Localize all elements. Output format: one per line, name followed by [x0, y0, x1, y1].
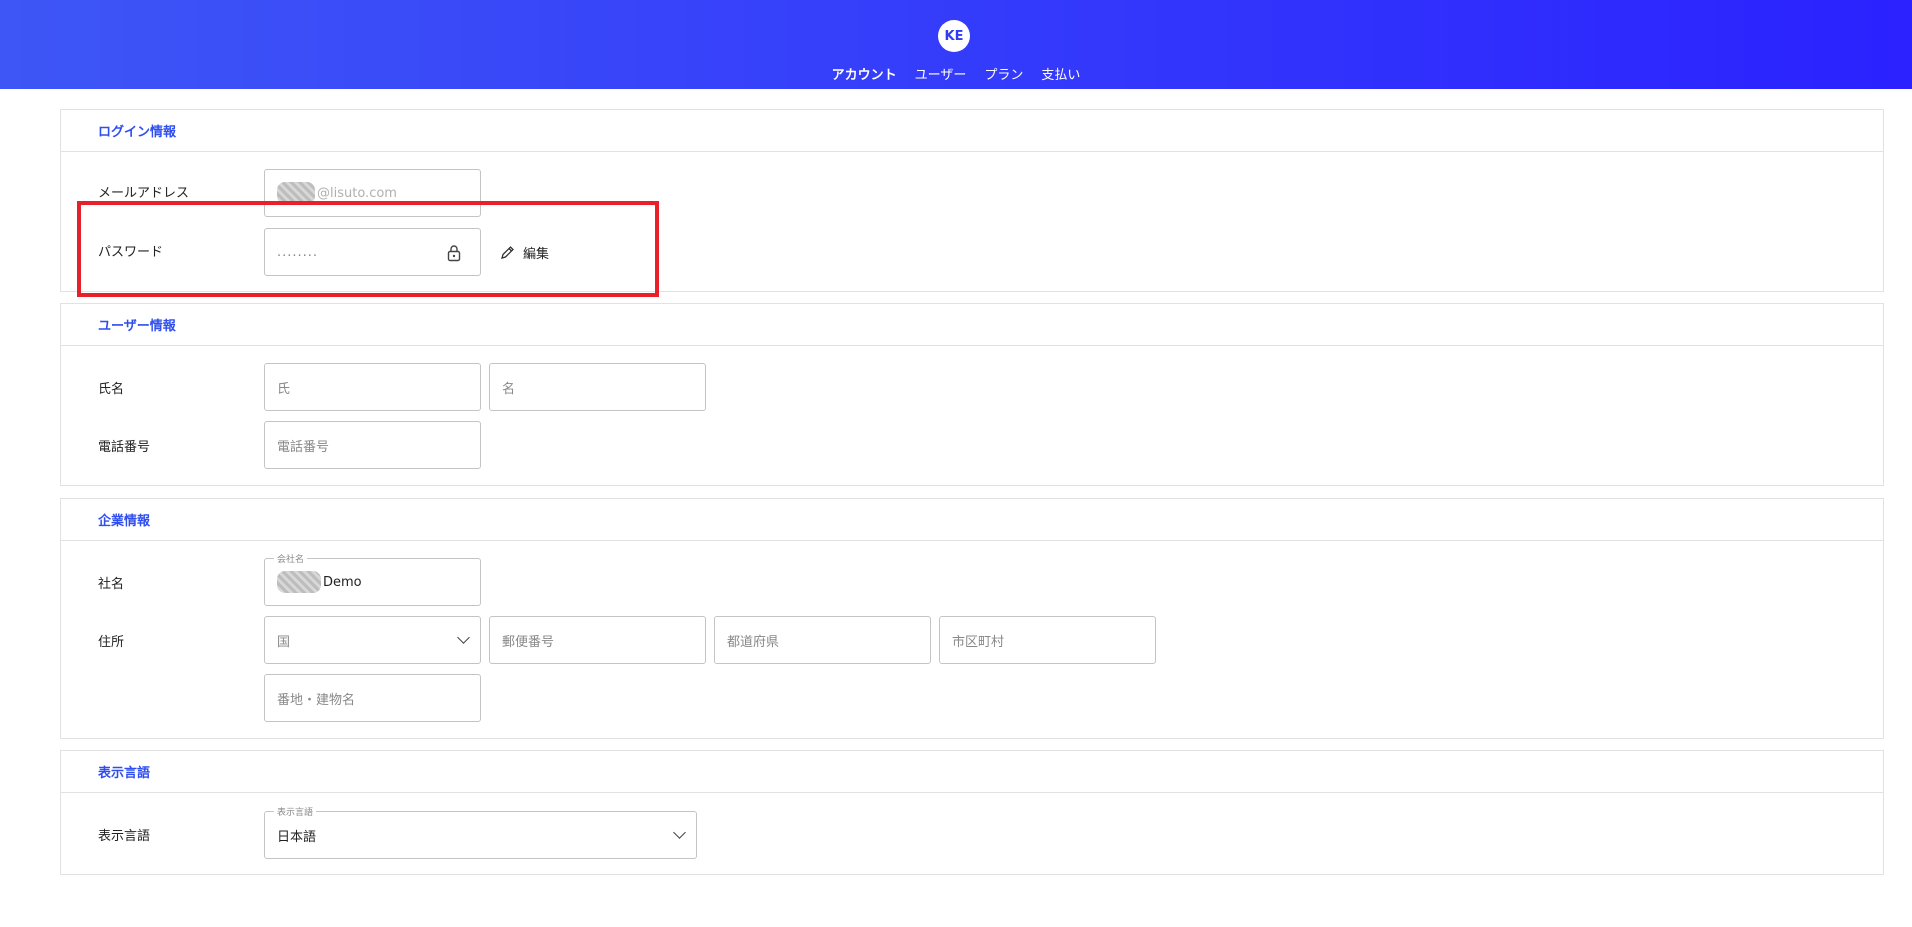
country-placeholder: 国	[277, 634, 291, 650]
account-nav: アカウント ユーザー プラン 支払い	[0, 64, 1912, 83]
company-name-input[interactable]: 会社名 Demo	[264, 552, 481, 606]
zip-placeholder: 郵便番号	[502, 634, 555, 650]
nav-tab-users[interactable]: ユーザー	[915, 64, 967, 83]
zip-input[interactable]: 郵便番号	[489, 616, 706, 664]
last-name-input[interactable]: 氏	[264, 363, 481, 411]
login-info-title: ログイン情報	[61, 110, 1883, 152]
language-value: 日本語	[277, 829, 317, 845]
street-placeholder: 番地・建物名	[277, 692, 356, 708]
user-avatar[interactable]: KE	[938, 20, 970, 52]
company-name-label: 社名	[98, 577, 125, 592]
email-label: メールアドレス	[98, 186, 190, 201]
city-input[interactable]: 市区町村	[939, 616, 1156, 664]
language-select[interactable]: 表示言語 日本語	[264, 805, 697, 859]
top-header: KE アカウント ユーザー プラン 支払い	[0, 0, 1912, 89]
last-name-placeholder: 氏	[277, 381, 291, 397]
company-info-section: 企業情報 社名 会社名 Demo 住所 国 郵便番号 都道府県 市区町村 番地・…	[60, 498, 1884, 739]
chevron-down-icon	[457, 631, 470, 644]
country-select[interactable]: 国	[264, 616, 481, 664]
city-placeholder: 市区町村	[952, 634, 1005, 650]
language-title: 表示言語	[61, 751, 1883, 793]
nav-tab-account[interactable]: アカウント	[832, 64, 897, 83]
user-info-section: ユーザー情報 氏名 氏 名 電話番号 電話番号	[60, 303, 1884, 486]
nav-tab-payment[interactable]: 支払い	[1041, 64, 1080, 83]
password-highlight-box	[77, 201, 659, 297]
phone-label: 電話番号	[98, 440, 151, 455]
chevron-down-icon	[673, 826, 686, 839]
address-label: 住所	[98, 635, 125, 650]
language-float-label: 表示言語	[274, 805, 317, 818]
language-label: 表示言語	[98, 829, 151, 844]
street-input[interactable]: 番地・建物名	[264, 674, 481, 722]
company-name-float-label: 会社名	[274, 552, 308, 565]
redacted-blur	[277, 571, 321, 593]
prefecture-input[interactable]: 都道府県	[714, 616, 931, 664]
company-info-title: 企業情報	[61, 499, 1883, 541]
email-value: @lisuto.com	[317, 185, 397, 201]
company-name-value: Demo	[323, 574, 362, 590]
first-name-placeholder: 名	[502, 381, 516, 397]
first-name-input[interactable]: 名	[489, 363, 706, 411]
user-info-title: ユーザー情報	[61, 304, 1883, 346]
nav-tab-plan[interactable]: プラン	[984, 64, 1023, 83]
phone-input[interactable]: 電話番号	[264, 421, 481, 469]
language-section: 表示言語 表示言語 表示言語 日本語	[60, 750, 1884, 875]
phone-placeholder: 電話番号	[277, 439, 330, 455]
prefecture-placeholder: 都道府県	[727, 634, 780, 650]
name-label: 氏名	[98, 382, 125, 397]
